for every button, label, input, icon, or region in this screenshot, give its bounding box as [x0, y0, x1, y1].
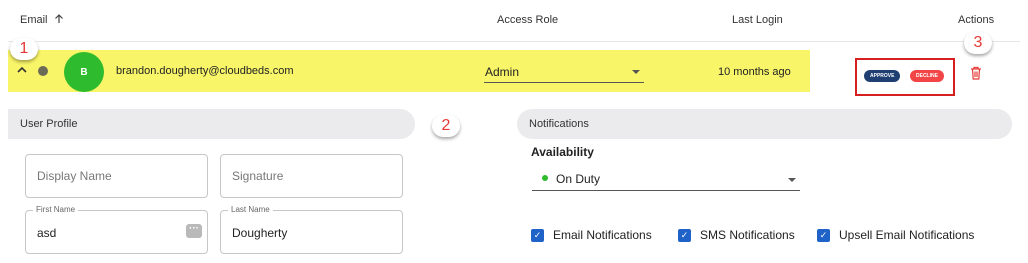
email-notifications-checkbox[interactable]: ✓ [531, 229, 544, 242]
availability-select[interactable]: On Duty [532, 168, 800, 191]
more-options-icon[interactable]: ··· [186, 224, 202, 238]
email-notifications-label: Email Notifications [553, 228, 652, 242]
annotation-marker-2: 2 [432, 115, 460, 137]
dropdown-arrow-icon [632, 70, 640, 74]
first-name-field[interactable]: First Name asd ··· [25, 205, 208, 254]
access-role-select[interactable]: Admin [484, 60, 644, 83]
availability-value: On Duty [556, 172, 601, 186]
signature-placeholder: Signature [232, 169, 284, 183]
last-name-value: Dougherty [232, 226, 288, 240]
on-duty-status-dot [542, 175, 548, 181]
access-role-column-header: Access Role [497, 14, 559, 26]
first-name-label: First Name [33, 205, 79, 214]
notifications-title: Notifications [529, 118, 589, 130]
user-profile-section-header: User Profile [8, 109, 415, 139]
first-name-value: asd [37, 226, 57, 240]
access-role-value: Admin [485, 65, 520, 79]
upsell-email-notifications-checkbox[interactable]: ✓ [817, 229, 830, 242]
trash-icon[interactable] [970, 66, 982, 80]
user-profile-title: User Profile [20, 118, 78, 130]
signature-field[interactable]: Signature [220, 154, 403, 198]
display-name-placeholder: Display Name [37, 169, 112, 183]
sms-notifications-checkbox[interactable]: ✓ [678, 229, 691, 242]
decline-button[interactable]: DECLINE [910, 70, 944, 82]
last-login-column-header: Last Login [732, 14, 783, 26]
notifications-section-header: Notifications [517, 109, 1012, 139]
status-dot [38, 66, 48, 76]
header-divider [8, 41, 1020, 42]
email-column-header[interactable]: Email [20, 14, 64, 26]
avatar-initial: B [80, 66, 88, 78]
upsell-email-notifications-label: Upsell Email Notifications [839, 228, 975, 242]
availability-label: Availability [531, 145, 594, 159]
annotation-marker-3: 3 [964, 32, 992, 54]
user-email: brandon.dougherty@cloudbeds.com [116, 65, 294, 77]
sms-notifications-label: SMS Notifications [700, 228, 795, 242]
dropdown-arrow-icon [788, 178, 796, 182]
sort-ascending-icon[interactable] [54, 14, 64, 24]
display-name-field[interactable]: Display Name [25, 154, 208, 198]
last-login-value: 10 months ago [718, 66, 791, 78]
avatar: B [64, 52, 104, 92]
last-name-field[interactable]: Last Name Dougherty [220, 205, 403, 254]
last-name-label: Last Name [228, 205, 273, 214]
actions-column-header: Actions [958, 14, 995, 26]
email-header-label: Email [20, 14, 48, 26]
approve-button[interactable]: APPROVE [864, 70, 901, 82]
annotation-marker-1: 1 [10, 38, 38, 60]
chevron-up-icon[interactable] [16, 64, 28, 76]
